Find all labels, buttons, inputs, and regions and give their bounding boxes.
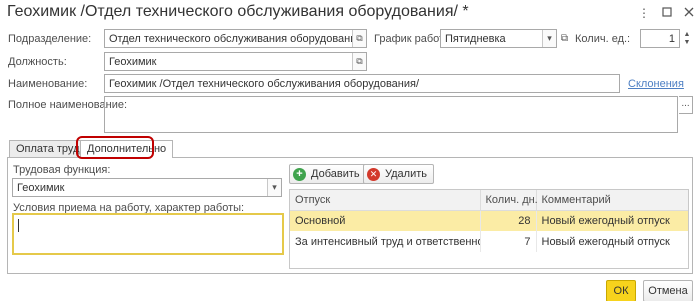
cell-comment[interactable]: Новый ежегодный отпуск — [536, 210, 688, 231]
labor-function-label: Трудовая функция: — [13, 164, 111, 176]
ellipsis-button[interactable]: ... — [679, 96, 693, 114]
highlight-ring — [76, 136, 154, 159]
name-field[interactable]: Геохимик /Отдел технического обслуживани… — [104, 74, 620, 93]
schedule-value: Пятидневка — [445, 32, 506, 45]
plus-icon: + — [293, 167, 306, 181]
labor-function-field[interactable]: Геохимик ▾ — [12, 178, 282, 197]
window-title: Геохимик /Отдел технического обслуживани… — [7, 3, 469, 20]
close-icon[interactable] — [682, 6, 696, 20]
open-icon[interactable]: ⧉ — [352, 30, 366, 47]
delete-button[interactable]: ✕ Удалить — [363, 164, 434, 184]
position-field[interactable]: Геохимик ⧉ — [104, 52, 367, 71]
schedule-field[interactable]: Пятидневка ▾ — [440, 29, 557, 48]
cell-vacation[interactable]: За интенсивный труд и ответственность — [290, 231, 481, 252]
column-header-vacation[interactable]: Отпуск — [290, 190, 481, 211]
table-header-row: Отпуск Колич. дн. Комментарий — [290, 190, 688, 211]
units-field[interactable]: 1 — [640, 29, 680, 48]
chevron-down-icon[interactable]: ▾ — [542, 30, 556, 47]
cell-days[interactable]: 28 — [480, 210, 537, 231]
table-row[interactable]: За интенсивный труд и ответственность 7 … — [290, 231, 688, 252]
position-value: Геохимик — [109, 55, 157, 68]
add-button[interactable]: + Добавить — [289, 164, 367, 184]
ok-button[interactable]: ОК — [606, 280, 636, 301]
cell-comment[interactable]: Новый ежегодный отпуск — [536, 231, 688, 252]
declensions-link[interactable]: Склонения — [628, 78, 684, 90]
conditions-textarea[interactable] — [12, 213, 284, 255]
stepper-down-icon[interactable]: ▼ — [684, 39, 691, 47]
maximize-icon[interactable] — [660, 6, 674, 20]
name-label: Наименование: — [8, 78, 88, 90]
delete-button-label: Удалить — [385, 168, 427, 180]
schedule-open-icon[interactable]: ⧉ — [558, 29, 571, 48]
division-field[interactable]: Отдел технического обслуживания оборудов… — [104, 29, 367, 48]
vacations-table: Отпуск Колич. дн. Комментарий Основной 2… — [289, 189, 689, 269]
position-label: Должность: — [8, 56, 67, 68]
cross-icon: ✕ — [367, 167, 380, 181]
cell-days[interactable]: 7 — [480, 231, 537, 252]
division-value: Отдел технического обслуживания оборудов… — [109, 32, 352, 45]
units-label: Колич. ед.: — [575, 33, 631, 45]
units-stepper[interactable]: ▲ ▼ — [681, 29, 693, 48]
division-label: Подразделение: — [8, 33, 92, 45]
more-vert-icon[interactable]: ⋮ — [637, 6, 651, 20]
column-header-comment[interactable]: Комментарий — [536, 190, 688, 211]
labor-function-value: Геохимик — [17, 181, 65, 194]
cancel-button[interactable]: Отмена — [643, 280, 693, 301]
stepper-up-icon[interactable]: ▲ — [684, 31, 691, 39]
name-value: Геохимик /Отдел технического обслуживани… — [109, 77, 420, 90]
column-header-days[interactable]: Колич. дн. — [480, 190, 538, 211]
cell-vacation[interactable]: Основной — [290, 210, 481, 231]
chevron-down-icon[interactable]: ▾ — [267, 179, 281, 196]
units-value: 1 — [668, 32, 675, 45]
text-cursor — [18, 219, 19, 232]
full-name-textarea[interactable] — [104, 96, 678, 133]
add-button-label: Добавить — [311, 168, 360, 180]
open-icon[interactable]: ⧉ — [352, 53, 366, 70]
table-row[interactable]: Основной 28 Новый ежегодный отпуск — [290, 210, 688, 231]
